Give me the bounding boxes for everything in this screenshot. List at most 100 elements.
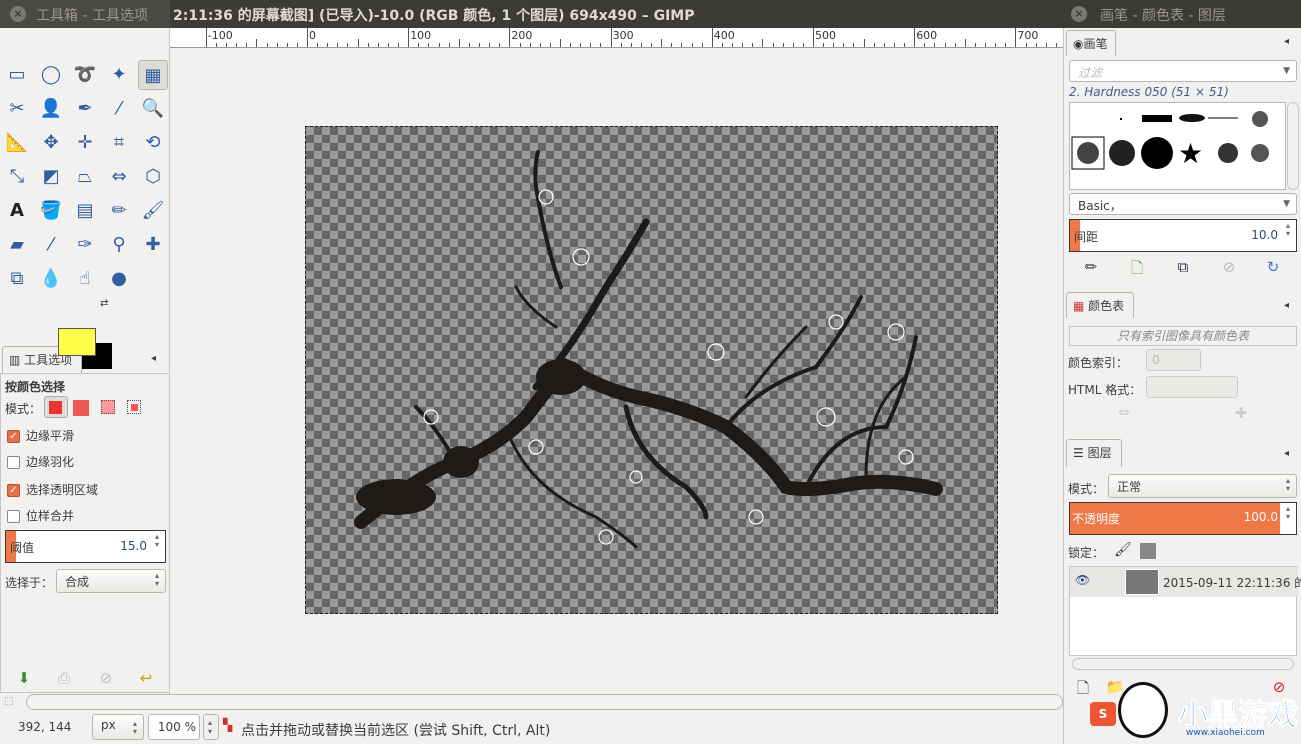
zoom-tool-icon[interactable]: 🔍: [138, 94, 168, 124]
panel-menu-icon[interactable]: ◂: [1284, 448, 1289, 459]
crop-tool-icon[interactable]: ⌗: [104, 128, 134, 158]
panel-menu-icon[interactable]: ◂: [151, 353, 156, 364]
pointer-coords: 392, 144: [18, 720, 72, 734]
save-options-icon[interactable]: ⬇: [13, 669, 35, 687]
zoom-input[interactable]: 100 %: [148, 714, 200, 740]
mode-replace-button[interactable]: [44, 396, 68, 418]
reset-options-icon[interactable]: ↩: [135, 669, 157, 687]
brush-tag-dropdown[interactable]: Basic， ▼: [1069, 193, 1297, 215]
move-tool-icon[interactable]: ✥: [36, 128, 66, 158]
opacity-slider[interactable]: 不透明度 100.0 ▴ ▾: [1069, 502, 1297, 535]
scale-tool-icon[interactable]: ⤡: [2, 162, 32, 192]
threshold-slider[interactable]: 阈值 15.0 ▴ ▾: [5, 530, 166, 563]
antialias-checkbox[interactable]: ✓ 边缘平滑: [7, 427, 74, 444]
eraser-tool-icon[interactable]: ▰: [2, 230, 32, 260]
select-transparent-checkbox[interactable]: ✓ 选择透明区域: [7, 481, 98, 498]
layer-mode-dropdown[interactable]: 正常 ▴ ▾: [1108, 474, 1297, 498]
brush-scrollbar[interactable]: [1287, 102, 1299, 190]
layer-row[interactable]: 👁 2015-09-11 22:11:36 的屏: [1070, 567, 1301, 597]
flip-tool-icon[interactable]: ⇔: [104, 162, 134, 192]
ruler-minor-tick: [883, 43, 885, 47]
color-select-tool-icon[interactable]: ▦: [138, 60, 168, 90]
mode-add-button[interactable]: [73, 400, 89, 416]
dodge-burn-tool-icon[interactable]: ●: [104, 264, 134, 294]
ruler-tick: [914, 28, 916, 47]
panel-menu-icon[interactable]: ◂: [1284, 36, 1289, 47]
layers-hscrollbar[interactable]: [1072, 658, 1294, 670]
free-select-tool-icon[interactable]: ➰: [70, 60, 100, 90]
brush-filter-input[interactable]: 过滤 ▼: [1069, 60, 1297, 82]
dock-title: 画笔 - 颜色表 - 图层: [1100, 8, 1226, 24]
mode-intersect-button[interactable]: [127, 400, 141, 414]
ellipse-select-tool-icon[interactable]: ◯: [36, 60, 66, 90]
unit-dropdown[interactable]: px ▴ ▾: [92, 714, 144, 740]
smudge-tool-icon[interactable]: ☝: [70, 264, 100, 294]
ruler-minor-tick: [671, 43, 673, 47]
edit-brush-icon[interactable]: ✏: [1080, 258, 1102, 276]
image-canvas[interactable]: [305, 126, 998, 614]
delete-options-icon[interactable]: ⊘: [95, 669, 117, 687]
restore-options-icon[interactable]: ⎙: [53, 669, 75, 687]
horizontal-scrollbar[interactable]: [26, 694, 1063, 710]
measure-tool-icon[interactable]: 📐: [2, 128, 32, 158]
new-brush-icon[interactable]: 🗋: [1126, 258, 1148, 283]
heal-tool-icon[interactable]: ✚: [138, 230, 168, 260]
bucket-fill-tool-icon[interactable]: 🪣: [36, 196, 66, 226]
toolbox-close-button[interactable]: ×: [10, 6, 26, 22]
zoom-stepper[interactable]: ▴ ▾: [203, 714, 219, 740]
perspective-tool-icon[interactable]: ⏢: [70, 162, 100, 192]
foreground-color-front[interactable]: [58, 328, 96, 356]
rotate-tool-icon[interactable]: ⟲: [138, 128, 168, 158]
delete-brush-icon[interactable]: ⊘: [1218, 258, 1240, 276]
ruler-minor-tick: [377, 43, 379, 47]
feather-checkbox[interactable]: 边缘羽化: [7, 453, 74, 470]
blend-tool-icon[interactable]: ▤: [70, 196, 100, 226]
refresh-brushes-icon[interactable]: ↻: [1262, 258, 1284, 276]
lock-pixels-icon[interactable]: 🖌: [1114, 542, 1132, 558]
edit-color-icon[interactable]: ✏: [1114, 404, 1136, 422]
html-notation-input[interactable]: [1146, 376, 1238, 398]
tool-options-panel: 按颜色选择 模式： ✓ 边缘平滑 边缘羽化 ✓ 选择透明区域 位样合并 阈值 15.…: [0, 373, 170, 693]
ruler-minor-tick: [752, 43, 754, 47]
ruler-minor-tick: [792, 43, 794, 47]
shear-tool-icon[interactable]: ◩: [36, 162, 66, 192]
scissors-tool-icon[interactable]: ✂: [2, 94, 32, 124]
dock-close-button[interactable]: ×: [1071, 6, 1087, 22]
add-color-icon[interactable]: ✚: [1230, 404, 1252, 422]
duplicate-brush-icon[interactable]: ⧉: [1172, 258, 1194, 276]
spacing-slider[interactable]: 间距 10.0 ▴ ▾: [1069, 219, 1297, 252]
fuzzy-select-tool-icon[interactable]: ✦: [104, 60, 134, 90]
mode-subtract-button[interactable]: [101, 400, 115, 414]
sample-merged-checkbox[interactable]: 位样合并: [7, 507, 74, 524]
ink-tool-icon[interactable]: ✑: [70, 230, 100, 260]
foreground-select-tool-icon[interactable]: 👤: [36, 94, 66, 124]
tab-layers[interactable]: ☰ 图层: [1066, 439, 1122, 467]
panel-menu-icon[interactable]: ◂: [1284, 300, 1289, 311]
paths-tool-icon[interactable]: ✒: [70, 94, 100, 124]
pencil-tool-icon[interactable]: ✏: [104, 196, 134, 226]
brush-grid[interactable]: ★: [1069, 102, 1286, 190]
quick-mask-icon[interactable]: ⬚: [4, 696, 13, 707]
visibility-eye-icon[interactable]: 👁: [1075, 573, 1090, 587]
select-by-dropdown[interactable]: 合成 ▴ ▾: [56, 569, 166, 593]
perspective-clone-tool-icon[interactable]: ⧉: [2, 264, 32, 294]
tab-brushes[interactable]: ◉画笔: [1066, 30, 1116, 56]
ruler-minor-tick: [853, 43, 855, 47]
ruler-minor-tick: [489, 43, 491, 47]
paintbrush-tool-icon[interactable]: 🖌: [138, 196, 168, 226]
rect-select-tool-icon[interactable]: ▭: [2, 60, 32, 90]
ruler-minor-tick: [620, 43, 622, 47]
tab-colormap[interactable]: ▦ 颜色表: [1066, 292, 1134, 318]
blur-tool-icon[interactable]: 💧: [36, 264, 66, 294]
color-index-input[interactable]: 0: [1146, 349, 1201, 371]
cage-tool-icon[interactable]: ⬡: [138, 162, 168, 192]
text-tool-icon[interactable]: A: [2, 196, 32, 226]
color-picker-tool-icon[interactable]: ⁄: [104, 94, 134, 124]
clone-tool-icon[interactable]: ⚲: [104, 230, 134, 260]
swap-colors-icon[interactable]: ⇄: [100, 298, 108, 309]
airbrush-tool-icon[interactable]: ⁄: [36, 230, 66, 260]
align-tool-icon[interactable]: ✛: [70, 128, 100, 158]
title-bar: 工具箱 - 工具选项 × 2:11:36 的屏幕截图] (已导入)-10.0 (…: [0, 0, 1301, 28]
status-bar: 392, 144 px ▴ ▾ 100 % ▴ ▾ ▚ 点击并拖动或替换当前选区 (尝…: [0, 710, 1063, 744]
lock-alpha-icon[interactable]: [1140, 543, 1156, 559]
